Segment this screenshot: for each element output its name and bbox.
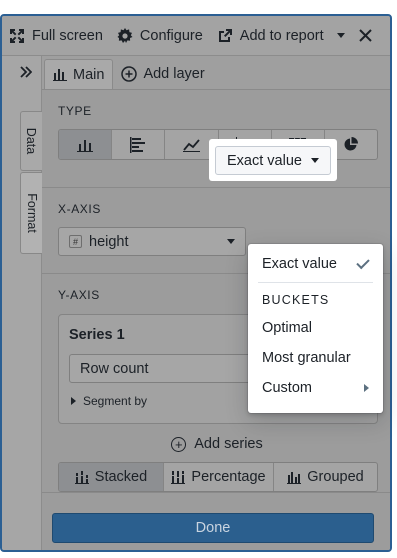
add-series-label: Add series (194, 436, 263, 452)
tab-data[interactable]: Data (20, 111, 42, 171)
type-section-title: TYPE (58, 104, 92, 118)
caret-down-icon (311, 158, 319, 163)
tab-format-label: Format (24, 193, 39, 233)
configure-button[interactable]: Configure (110, 16, 210, 55)
grouped-option[interactable]: Grouped (274, 463, 377, 491)
grouped-chart-icon (287, 471, 302, 484)
done-button[interactable]: Done (52, 513, 374, 543)
x-axis-bucket-select[interactable]: Exact value (215, 146, 331, 175)
x-axis-bucket-highlight: Exact value (209, 139, 337, 181)
line-chart-icon (182, 138, 200, 152)
add-series-button[interactable]: + Add series (58, 436, 376, 452)
aggregation-label: Row count (80, 360, 149, 377)
x-axis-field-select[interactable]: # height (58, 227, 246, 256)
bucket-dropdown-menu: Exact value BUCKETS Optimal Most granula… (248, 244, 383, 413)
vertical-bar-chart-icon (77, 139, 94, 152)
tab-main[interactable]: Main (44, 59, 114, 89)
double-chevron-right-icon (20, 66, 33, 78)
x-axis-bucket-label: Exact value (227, 152, 302, 169)
close-button[interactable] (351, 16, 380, 55)
percentage-label: Percentage (191, 469, 266, 485)
x-axis-field-label: height (89, 233, 129, 250)
share-icon (217, 28, 233, 44)
gear-icon (117, 27, 133, 44)
add-layer-label: Add layer (143, 66, 205, 82)
add-to-report-label: Add to report (239, 27, 324, 44)
side-rail: Data Format (2, 56, 42, 550)
checkmark-icon (356, 255, 370, 269)
stacked-chart-icon (74, 470, 89, 484)
footer: Done (42, 492, 390, 550)
menu-item-optimal-label: Optimal (262, 320, 312, 336)
menu-item-most-granular-label: Most granular (262, 350, 351, 366)
tab-data-label: Data (24, 127, 39, 155)
add-to-report-button[interactable]: Add to report (210, 16, 331, 55)
tab-main-label: Main (73, 66, 105, 83)
x-axis-field-value: # height (69, 234, 129, 250)
full-screen-button[interactable]: Full screen (2, 16, 110, 55)
add-circle-icon (121, 66, 138, 82)
pie-chart-icon (344, 137, 359, 151)
menu-header-buckets: BUCKETS (262, 292, 330, 307)
close-icon (358, 29, 372, 42)
layer-tabs: Main Add layer (42, 56, 390, 90)
caret-down-icon (336, 33, 345, 38)
menu-item-optimal[interactable]: Optimal (248, 313, 383, 343)
grouped-label: Grouped (307, 469, 364, 485)
collapse-rail-button[interactable] (20, 65, 33, 83)
caret-right-icon (364, 384, 369, 392)
toolbar: Full screen Configure Add to report (2, 16, 390, 56)
stacking-selector: Stacked Percentage Grouped (58, 462, 378, 492)
stacked-label: Stacked (94, 469, 148, 485)
menu-item-exact-value[interactable]: Exact value (248, 249, 383, 279)
percentage-option[interactable]: Percentage (164, 463, 274, 491)
percentage-chart-icon (171, 470, 186, 484)
stacked-option[interactable]: Stacked (59, 463, 164, 491)
add-to-report-dropdown[interactable] (331, 16, 351, 55)
add-layer-button[interactable]: Add layer (113, 59, 212, 89)
add-circle-icon: + (171, 436, 187, 452)
caret-down-icon (227, 239, 235, 244)
horizontal-bar-chart-option[interactable] (112, 130, 166, 159)
x-axis-section-title: X-AXIS (58, 202, 101, 216)
numeric-field-icon: # (69, 235, 82, 248)
segment-by-label: Segment by (83, 394, 148, 408)
tab-format[interactable]: Format (20, 172, 42, 254)
full-screen-label: Full screen (32, 27, 103, 44)
menu-item-custom[interactable]: Custom (248, 373, 383, 403)
menu-divider (258, 282, 373, 283)
menu-item-exact-value-label: Exact value (262, 256, 337, 272)
horizontal-bar-chart-icon (130, 136, 146, 153)
menu-item-most-granular[interactable]: Most granular (248, 343, 383, 373)
menu-item-custom-label: Custom (262, 380, 312, 396)
caret-right-icon (71, 397, 76, 405)
expand-icon (9, 28, 25, 44)
configure-label: Configure (139, 27, 203, 44)
vertical-bar-chart-option[interactable] (59, 130, 113, 159)
bar-chart-icon (53, 68, 67, 81)
